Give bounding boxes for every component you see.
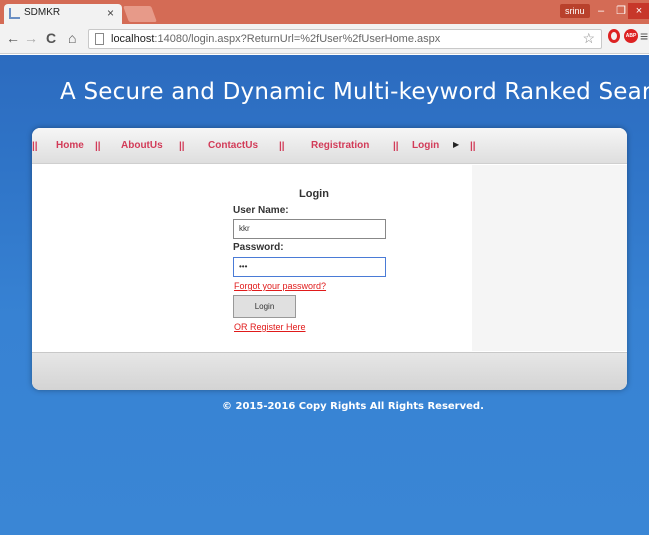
forward-arrow-icon[interactable]: → xyxy=(24,30,38,46)
minimize-button[interactable]: – xyxy=(590,3,612,19)
browser-toolbar: ← → C ⌂ localhost:14080/login.aspx?Retur… xyxy=(0,24,649,54)
new-tab-button[interactable] xyxy=(123,6,157,22)
profile-badge[interactable]: srinu xyxy=(560,4,590,18)
nav-separator: || xyxy=(279,141,285,152)
back-arrow-icon[interactable]: ← xyxy=(6,30,20,46)
forgot-password-link[interactable]: Forgot your password? xyxy=(234,281,326,291)
password-label: Password: xyxy=(233,242,284,253)
site-title: A Secure and Dynamic Multi-keyword Ranke… xyxy=(60,79,649,105)
tab-title: SDMKR xyxy=(24,7,61,18)
nav-separator: || xyxy=(393,141,399,152)
nav-separator: || xyxy=(95,141,101,152)
reload-icon[interactable]: C xyxy=(46,30,56,46)
register-link[interactable]: OR Register Here xyxy=(234,322,306,332)
page-icon xyxy=(95,33,104,45)
copyright-text: © 2015-2016 Copy Rights All Rights Reser… xyxy=(222,401,484,412)
username-input[interactable]: kkr xyxy=(233,219,386,239)
login-button[interactable]: Login xyxy=(233,295,296,318)
nav-separator: || xyxy=(179,141,185,152)
nav-separator: || xyxy=(470,141,476,152)
nav-separator: || xyxy=(32,141,38,152)
nav-contactus[interactable]: ContactUs xyxy=(208,140,258,151)
username-label: User Name: xyxy=(233,205,289,216)
url-host: localhost xyxy=(111,33,155,45)
adblock-extension-icon[interactable]: ABP xyxy=(624,29,638,43)
nav-registration[interactable]: Registration xyxy=(311,140,369,151)
bookmark-star-icon[interactable]: ☆ xyxy=(582,30,595,47)
browser-tab[interactable]: SDMKR × xyxy=(4,4,122,24)
content-footer-bar xyxy=(32,352,627,390)
opera-extension-icon[interactable] xyxy=(608,29,620,43)
login-heading: Login xyxy=(299,188,329,200)
url-text: localhost:14080/login.aspx?ReturnUrl=%2f… xyxy=(111,33,440,45)
password-input[interactable]: ••• xyxy=(233,257,386,277)
browser-menu-icon[interactable]: ≡ xyxy=(640,28,648,44)
nav-login[interactable]: Login xyxy=(412,140,439,151)
home-icon[interactable]: ⌂ xyxy=(68,30,76,46)
sidebar-area xyxy=(472,165,627,351)
tab-close-icon[interactable]: × xyxy=(107,6,114,20)
nav-aboutus[interactable]: AboutUs xyxy=(121,140,163,151)
url-path: :14080/login.aspx?ReturnUrl=%2fUser%2fUs… xyxy=(154,33,441,45)
close-window-button[interactable]: × xyxy=(628,3,649,19)
page-favicon-icon xyxy=(9,8,20,19)
address-bar[interactable]: localhost:14080/login.aspx?ReturnUrl=%2f… xyxy=(88,29,602,49)
submenu-arrow-icon[interactable]: ▶ xyxy=(453,140,459,149)
browser-titlebar: SDMKR × srinu – ❐ × xyxy=(0,0,649,24)
main-navbar: || Home || AboutUs || ContactUs || Regis… xyxy=(32,128,627,164)
nav-home[interactable]: Home xyxy=(56,140,84,151)
page-background: A Secure and Dynamic Multi-keyword Ranke… xyxy=(0,55,649,535)
